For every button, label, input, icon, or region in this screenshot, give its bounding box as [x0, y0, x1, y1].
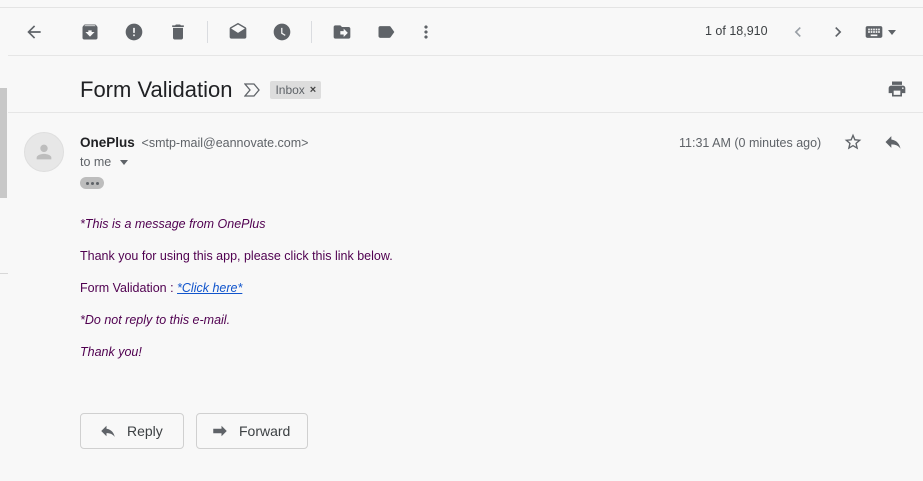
body-line-4: *Do not reply to this e-mail. [80, 313, 231, 327]
recipient-text: to me [80, 155, 112, 169]
sender-name[interactable]: OnePlus [80, 135, 135, 150]
subject-row: Form Validation Inbox × [80, 74, 322, 106]
chevron-down-icon [120, 159, 129, 165]
reply-arrow-icon[interactable] [883, 132, 905, 154]
show-trimmed-content-button[interactable] [80, 177, 104, 189]
label-text: Inbox [275, 83, 305, 97]
email-subject: Form Validation [80, 77, 233, 102]
header-divider [8, 112, 923, 113]
importance-marker-icon[interactable] [244, 83, 261, 97]
pager-count: 1 of 18,910 [705, 24, 768, 38]
keyboard-dropdown-caret [888, 29, 896, 35]
mark-unread-icon[interactable] [226, 20, 250, 44]
sender-info: OnePlus <smtp-mail@eannovate.com> [80, 135, 308, 150]
reply-icon [101, 425, 115, 437]
back-arrow-icon[interactable] [22, 20, 46, 44]
person-icon [36, 144, 52, 160]
archive-icon[interactable] [78, 20, 102, 44]
left-scroll-edge [0, 88, 7, 198]
chevron-left-icon[interactable] [786, 20, 810, 44]
toolbar: 1 of 18,910 [0, 8, 923, 56]
avatar[interactable] [24, 132, 64, 172]
dot [85, 181, 89, 185]
label-icon[interactable] [374, 20, 398, 44]
print-icon[interactable] [887, 79, 909, 101]
sender-email: <smtp-mail@eannovate.com> [141, 136, 309, 150]
dot [95, 181, 99, 185]
recipient-details-toggle[interactable]: to me [80, 155, 129, 169]
forward-icon [213, 425, 227, 437]
left-edge-mark [0, 273, 8, 274]
forward-button[interactable]: Forward [196, 413, 308, 449]
remove-label-icon[interactable]: × [310, 84, 316, 96]
body-link-prefix: Form Validation : [80, 281, 178, 295]
toolbar-divider [8, 55, 923, 56]
star-icon[interactable] [843, 132, 865, 154]
body-line-1: *This is a message from OnePlus [80, 217, 266, 231]
dot [90, 181, 94, 185]
reply-label: Reply [127, 423, 163, 439]
toolbar-separator [311, 21, 312, 43]
forward-label: Forward [239, 423, 291, 439]
body-line-3: Form Validation : *Click here* [80, 281, 242, 295]
snooze-icon[interactable] [270, 20, 294, 44]
inbox-label-chip: Inbox × [270, 81, 322, 99]
body-line-5: Thank you! [80, 345, 142, 359]
reply-button[interactable]: Reply [80, 413, 184, 449]
keyboard-icon[interactable] [864, 22, 900, 42]
report-spam-icon[interactable] [122, 20, 146, 44]
click-here-link[interactable]: *Click here* [177, 281, 242, 295]
chevron-right-icon[interactable] [826, 20, 850, 44]
move-to-icon[interactable] [330, 20, 354, 44]
more-vert-icon[interactable] [414, 20, 438, 44]
email-timestamp: 11:31 AM (0 minutes ago) [679, 136, 822, 150]
delete-icon[interactable] [166, 20, 190, 44]
body-line-2: Thank you for using this app, please cli… [80, 249, 393, 263]
toolbar-separator [207, 21, 208, 43]
